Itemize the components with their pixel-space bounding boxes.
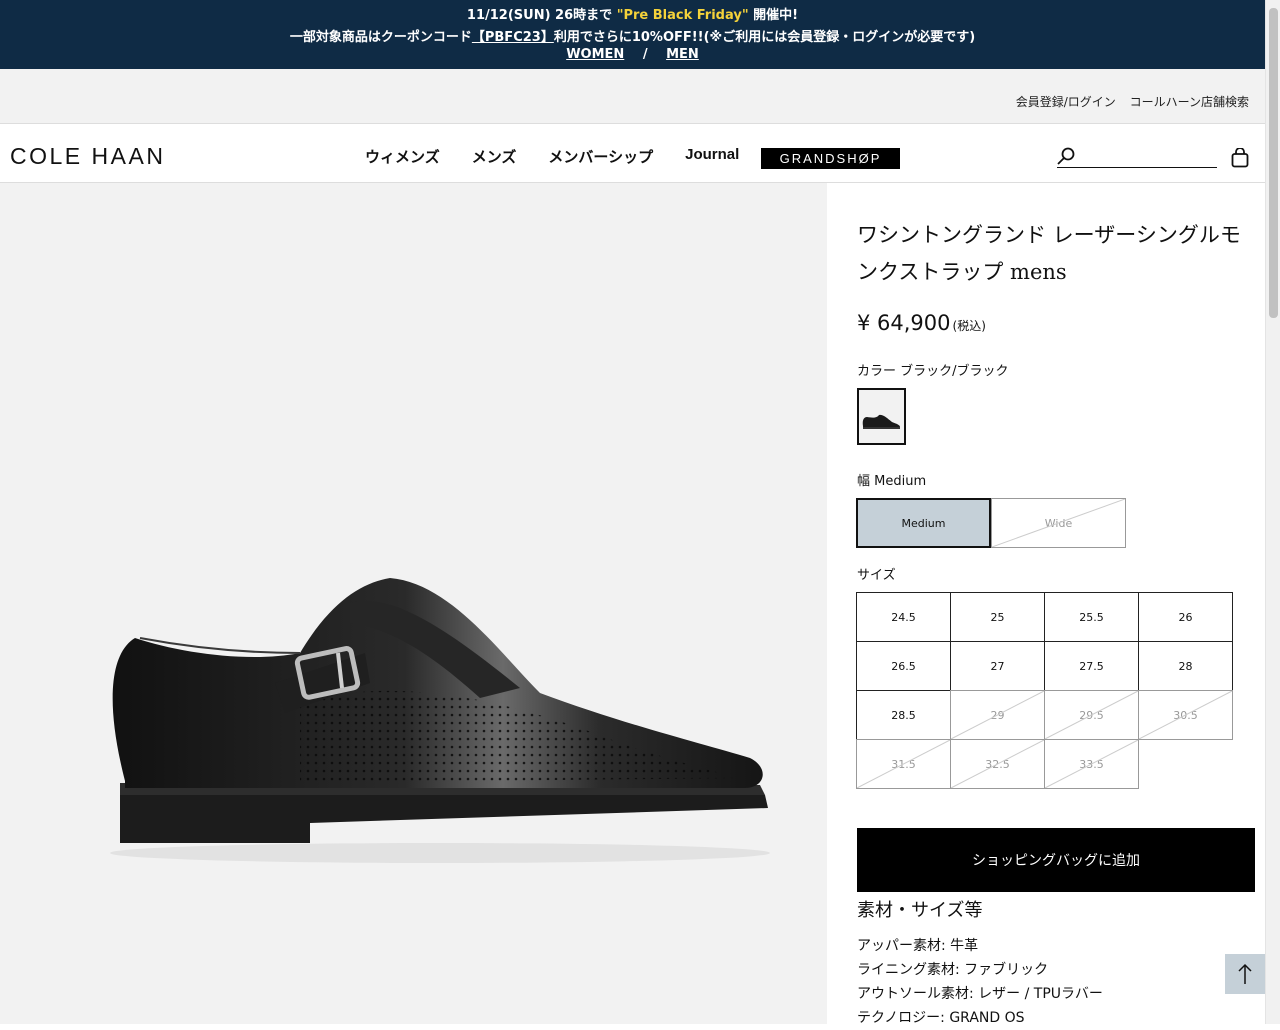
- promo-date: 11/12(SUN) 26時まで: [466, 8, 613, 23]
- promo-banner: 11/12(SUN) 26時まで "Pre Black Friday" 開催中!…: [0, 0, 1265, 69]
- color-swatch-black[interactable]: [857, 388, 906, 445]
- unavailable-slash: [1045, 691, 1138, 739]
- width-option-medium[interactable]: Medium: [856, 498, 991, 548]
- size-option-label: 27.5: [1079, 659, 1104, 673]
- spec-list: アッパー素材: 牛革 ライニング素材: ファブリック アウトソール素材: レザー…: [857, 934, 1103, 1030]
- promo-highlight: "Pre Black Friday": [616, 8, 749, 23]
- promo-coupon-note: 利用でさらに10%OFF!!(※ご利用には会員登録・ログインが必要です): [553, 30, 976, 45]
- tax-note: (税込): [952, 319, 986, 333]
- size-option[interactable]: 33.5: [1044, 739, 1139, 789]
- size-option[interactable]: 28.5: [856, 690, 951, 740]
- unavailable-slash: [951, 691, 1044, 739]
- promo-coupon-text: 一部対象商品はクーポンコード: [289, 30, 472, 45]
- product-details-panel: ワシントングランド レーザーシングルモンクストラップ mens ¥ 64,900…: [827, 183, 1265, 1026]
- menu-item-membership[interactable]: メンバーシップ: [548, 146, 653, 167]
- promo-men-link[interactable]: MEN: [666, 47, 699, 62]
- size-option-label: 25.5: [1079, 610, 1104, 624]
- size-option[interactable]: 32.5: [950, 739, 1045, 789]
- product-image-gallery: [0, 183, 827, 1024]
- search-icon[interactable]: [1057, 147, 1075, 165]
- swatch-shoe-thumbnail: [859, 390, 904, 443]
- unavailable-slash: [951, 740, 1044, 788]
- shopping-bag-icon[interactable]: [1231, 148, 1249, 168]
- size-option[interactable]: 26: [1138, 592, 1233, 642]
- brand-logo[interactable]: COLE HAAN: [10, 143, 165, 170]
- spec-title: 素材・サイズ等: [857, 900, 983, 921]
- arrow-up-icon: [1238, 963, 1252, 984]
- spec-outsole: アウトソール素材: レザー / TPUラバー: [857, 986, 1103, 1002]
- width-options: Medium Wide: [856, 498, 1126, 548]
- promo-line-2: 一部対象商品はクーポンコード【PBFC23】利用でさらに10%OFF!!(※ご利…: [0, 26, 1265, 45]
- utility-bar: 会員登録/ログイン コールハーン店舗検索: [0, 69, 1265, 124]
- size-option[interactable]: 29.5: [1044, 690, 1139, 740]
- size-option[interactable]: 27.5: [1044, 641, 1139, 691]
- main-menu: ウィメンズ メンズ メンバーシップ Journal: [365, 146, 771, 167]
- width-option-wide[interactable]: Wide: [991, 498, 1126, 548]
- promo-women-link[interactable]: WOMEN: [566, 47, 624, 62]
- grandshop-button[interactable]: GRANDSHØP: [761, 148, 900, 169]
- unavailable-slash: [1139, 691, 1232, 739]
- size-option-label: 28.5: [891, 708, 916, 722]
- promo-line-1: 11/12(SUN) 26時まで "Pre Black Friday" 開催中!: [0, 4, 1265, 23]
- size-option-label: 27: [990, 659, 1005, 673]
- menu-item-womens[interactable]: ウィメンズ: [365, 146, 440, 167]
- search-box: [1057, 146, 1217, 168]
- add-to-bag-button[interactable]: ショッピングバッグに追加: [857, 828, 1255, 892]
- size-option[interactable]: 27: [950, 641, 1045, 691]
- spec-lining: ライニング素材: ファブリック: [857, 962, 1049, 978]
- size-grid: 24.5 25 25.5 26 26.5 27 27.5 28 28.5 2929.530.5 31…: [856, 592, 1234, 789]
- login-link[interactable]: 会員登録/ログイン: [1016, 95, 1116, 109]
- size-option-label: 25: [990, 610, 1005, 624]
- promo-links: WOMEN / MEN: [0, 47, 1265, 62]
- promo-status: 開催中!: [753, 8, 799, 23]
- main-header: COLE HAAN ウィメンズ メンズ メンバーシップ Journal GRAN…: [0, 124, 1265, 183]
- price-value: ¥ 64,900: [857, 311, 951, 335]
- size-option[interactable]: 28: [1138, 641, 1233, 691]
- size-option[interactable]: 25: [950, 592, 1045, 642]
- unavailable-slash: [992, 499, 1125, 547]
- size-label: サイズ: [857, 568, 896, 583]
- size-option-label: 26: [1178, 610, 1193, 624]
- scrollbar-thumb[interactable]: [1269, 8, 1278, 318]
- utility-links: 会員登録/ログイン コールハーン店舗検索: [1006, 93, 1249, 110]
- spec-upper: アッパー素材: 牛革: [857, 938, 979, 954]
- color-label: カラー ブラック/ブラック: [857, 364, 1009, 379]
- size-option[interactable]: 30.5: [1138, 690, 1233, 740]
- size-option[interactable]: 24.5: [856, 592, 951, 642]
- search-input[interactable]: [1079, 146, 1215, 166]
- product-image[interactable]: [0, 183, 827, 1024]
- unavailable-slash: [857, 740, 950, 788]
- product-title: ワシントングランド レーザーシングルモンクストラップ mens: [857, 223, 1241, 284]
- size-option[interactable]: 25.5: [1044, 592, 1139, 642]
- width-label: 幅 Medium: [857, 474, 927, 489]
- unavailable-slash: [1045, 740, 1138, 788]
- spec-technology: テクノロジー: GRAND OS: [857, 1010, 1025, 1026]
- size-option[interactable]: 29: [950, 690, 1045, 740]
- back-to-top-button[interactable]: [1225, 954, 1265, 994]
- size-option-label: 28: [1178, 659, 1193, 673]
- menu-item-mens[interactable]: メンズ: [472, 146, 517, 167]
- menu-item-journal[interactable]: Journal: [685, 146, 739, 167]
- size-option-label: 24.5: [891, 610, 916, 624]
- size-option-label: 26.5: [891, 659, 916, 673]
- product-price: ¥ 64,900 (税込): [857, 311, 986, 335]
- page-scrollbar[interactable]: [1265, 0, 1280, 1024]
- promo-coupon-code[interactable]: 【PBFC23】: [472, 30, 554, 45]
- size-option[interactable]: 26.5: [856, 641, 951, 691]
- promo-link-separator: /: [642, 47, 648, 62]
- size-option[interactable]: 31.5: [856, 739, 951, 789]
- store-search-link[interactable]: コールハーン店舗検索: [1130, 95, 1249, 109]
